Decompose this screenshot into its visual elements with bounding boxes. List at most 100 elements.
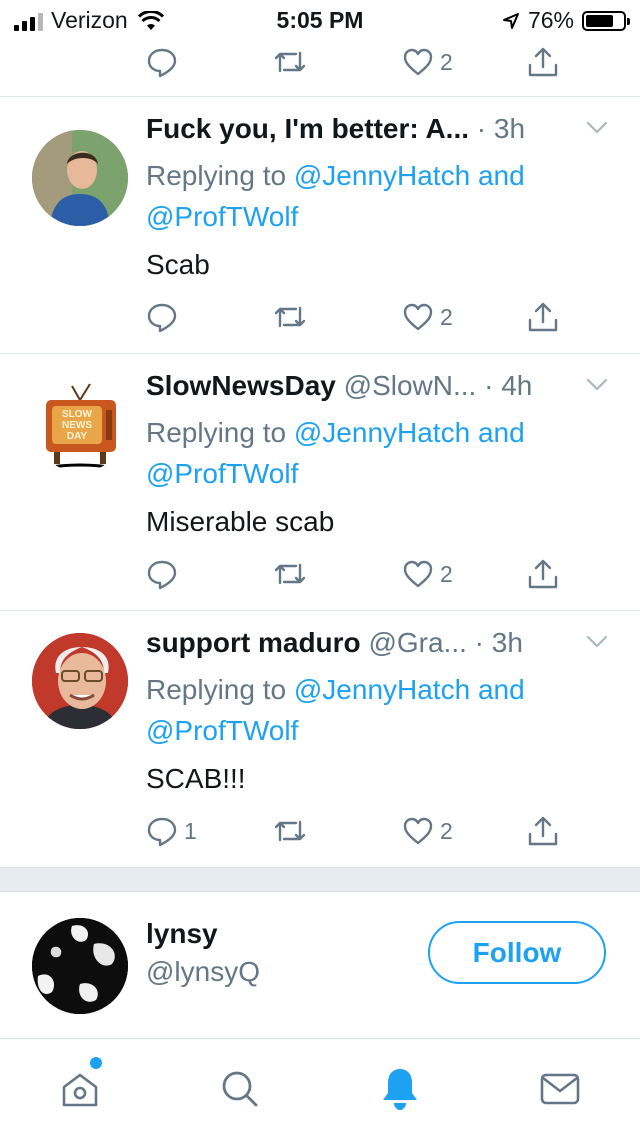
notifications-bell-icon [383,1069,417,1110]
reply-icon [147,817,177,847]
retweet-button[interactable] [272,811,308,851]
suggested-user-card[interactable]: lynsy @lynsyQ Follow [0,892,640,1038]
heart-icon [403,560,433,588]
avatar-image: SLOW NEWS DAY [32,376,128,472]
user-handle: @lynsyQ [146,956,260,987]
reply-icon [147,48,177,78]
retweet-button[interactable] [272,297,308,337]
tab-messages[interactable] [530,1061,590,1117]
share-icon [528,816,558,846]
tweet-actions: 2 [0,297,640,337]
like-count: 2 [440,303,453,330]
timestamp: · 4h [484,370,533,401]
like-button[interactable]: 2 [402,297,453,337]
retweet-icon [274,51,306,73]
heart-icon [403,817,433,845]
reply-button[interactable] [146,297,178,337]
tab-bar [0,1038,640,1136]
mention-link[interactable]: @JennyHatch [294,160,470,191]
user-handle: @Gra... [368,627,467,658]
display-name[interactable]: Fuck you, I'm better: A... [146,113,469,144]
share-button[interactable] [526,297,560,337]
tweet-header: support maduro @Gra... · 3h [146,627,596,659]
timestamp: · 3h [476,113,526,144]
retweet-button[interactable] [272,554,308,594]
share-button[interactable] [526,554,560,594]
retweet-icon [274,563,306,585]
chevron-down-icon[interactable] [586,121,608,135]
display-name[interactable]: lynsy [146,918,218,950]
tweet-header: SlowNewsDay @SlowN... · 4h [146,370,596,402]
tweet-text: Miserable scab [146,506,335,537]
tweet-header: Fuck you, I'm better: A... · 3h [146,113,596,145]
mention-link[interactable]: @ProfTWolf [146,458,298,489]
reply-button[interactable] [146,42,178,82]
heart-icon [403,48,433,76]
home-icon [62,1073,98,1107]
svg-text:DAY: DAY [67,431,88,442]
like-button[interactable]: 2 [402,554,453,594]
avatar[interactable] [32,633,128,729]
status-bar: Verizon 5:05 PM 76% [0,0,640,40]
display-name[interactable]: support maduro [146,627,361,658]
share-button[interactable] [526,811,560,851]
heart-icon [403,303,433,331]
share-icon [528,47,558,77]
battery-percent: 76% [527,7,574,33]
retweet-icon [274,306,306,328]
share-icon [528,559,558,589]
chevron-down-icon[interactable] [586,635,608,649]
location-arrow-icon [502,12,519,29]
like-count: 2 [440,560,453,587]
avatar[interactable]: SLOW NEWS DAY [32,376,128,472]
like-count: 2 [440,48,453,75]
avatar[interactable] [32,130,128,226]
svg-text:NEWS: NEWS [62,420,92,431]
tweet-text: SCAB!!! [146,763,246,794]
share-icon [528,302,558,332]
tweet[interactable]: support maduro @Gra... · 3h Replying to … [0,611,640,867]
messages-mail-icon [540,1073,580,1105]
replying-to: Replying to @JennyHatch and @ProfTWolf [146,417,525,489]
like-button[interactable]: 2 [402,811,453,851]
reply-count: 1 [184,817,197,844]
mention-link[interactable]: @JennyHatch [294,674,470,705]
display-name[interactable]: SlowNewsDay [146,370,336,401]
tweet-actions: 1 2 [0,811,640,851]
tab-search[interactable] [210,1061,270,1117]
avatar-image [32,918,128,1014]
reply-button[interactable]: 1 [146,811,197,851]
reply-button[interactable] [146,554,178,594]
replying-to: Replying to @JennyHatch and @ProfTWolf [146,160,525,232]
chevron-down-icon[interactable] [586,378,608,392]
like-button[interactable]: 2 [402,42,453,82]
mention-link[interactable]: @JennyHatch [294,417,470,448]
tweet-text: Scab [146,249,210,280]
search-icon [222,1071,258,1107]
avatar-image [32,633,128,729]
tab-home[interactable] [50,1055,110,1117]
user-handle: @SlowN... [343,370,477,401]
avatar[interactable] [32,918,128,1014]
retweet-icon [274,820,306,842]
follow-button[interactable]: Follow [428,921,606,984]
tweet[interactable]: Fuck you, I'm better: A... · 3h Replying… [0,97,640,353]
reply-icon [147,560,177,590]
tweet[interactable]: SLOW NEWS DAY SlowNewsDay @SlowN... · 4h… [0,354,640,610]
mention-link[interactable]: @ProfTWolf [146,715,298,746]
timestamp: · 3h [474,627,523,658]
avatar-image [32,130,128,226]
section-separator [0,867,640,892]
share-button[interactable] [526,42,560,82]
retweet-button[interactable] [272,42,308,82]
tab-notifications[interactable] [370,1061,430,1117]
like-count: 2 [440,817,453,844]
tweet-actions: 2 [0,42,640,82]
reply-icon [147,303,177,333]
battery-icon [582,10,630,31]
replying-to: Replying to @JennyHatch and @ProfTWolf [146,674,525,746]
svg-text:SLOW: SLOW [62,409,93,420]
mention-link[interactable]: @ProfTWolf [146,201,298,232]
tweet-actions: 2 [0,554,640,594]
new-content-dot [88,1055,104,1071]
